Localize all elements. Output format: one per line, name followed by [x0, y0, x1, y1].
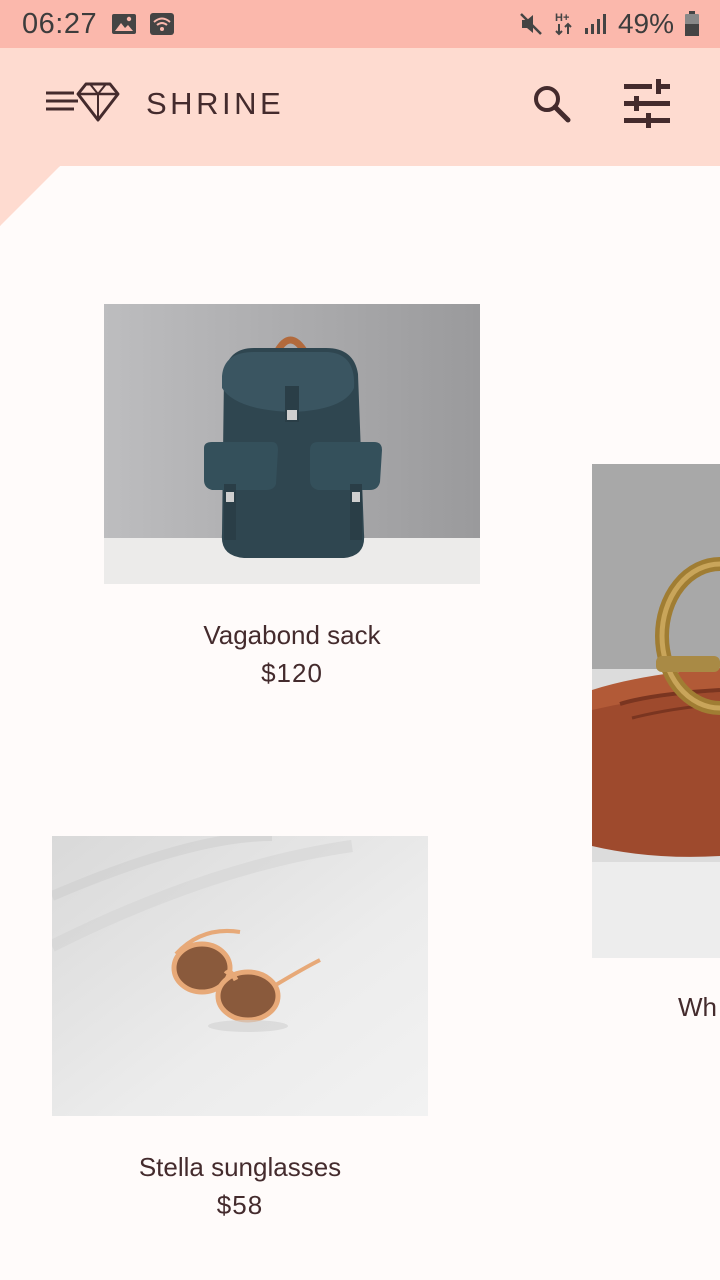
battery-percent: 49%: [617, 8, 674, 39]
product-sheet: Vagabond sack $120 Wh Stella sunglasses …: [0, 166, 720, 1280]
app-bar: SHRINE: [0, 48, 720, 160]
wifi-icon: [149, 12, 175, 36]
product-image-sunglasses: [52, 836, 428, 1116]
hplus-data-icon: H+: [554, 10, 574, 38]
signal-icon: [584, 12, 608, 36]
product-image-belt: [592, 464, 720, 958]
image-icon: [111, 13, 137, 35]
status-right-group: H+ 49%: [518, 0, 700, 48]
product-name: Vagabond sack: [203, 620, 381, 650]
product-price: $120: [261, 658, 323, 688]
battery-icon: [684, 11, 700, 37]
product-name: Stella sunglasses: [138, 1152, 342, 1182]
svg-text:H+: H+: [555, 12, 569, 24]
product-image-backpack: [104, 304, 480, 584]
shrine-screen: 06:27 H+ 49% SHRINE Vagabond sack $120 W…: [0, 0, 720, 1280]
product-card[interactable]: Stella sunglasses $58: [52, 836, 428, 1236]
status-time: 06:27: [22, 7, 98, 40]
menu-diamond-icon[interactable]: [44, 78, 124, 128]
search-icon[interactable]: [530, 82, 574, 126]
app-title: SHRINE: [146, 86, 285, 121]
product-price: $58: [216, 1190, 264, 1220]
mute-icon: [518, 11, 544, 37]
product-card[interactable]: Wh: [592, 464, 720, 1024]
product-card[interactable]: Vagabond sack $120: [104, 304, 480, 688]
product-name: Wh: [678, 992, 717, 1022]
status-bar: 06:27 H+ 49%: [0, 0, 720, 48]
tune-icon[interactable]: [618, 78, 676, 130]
